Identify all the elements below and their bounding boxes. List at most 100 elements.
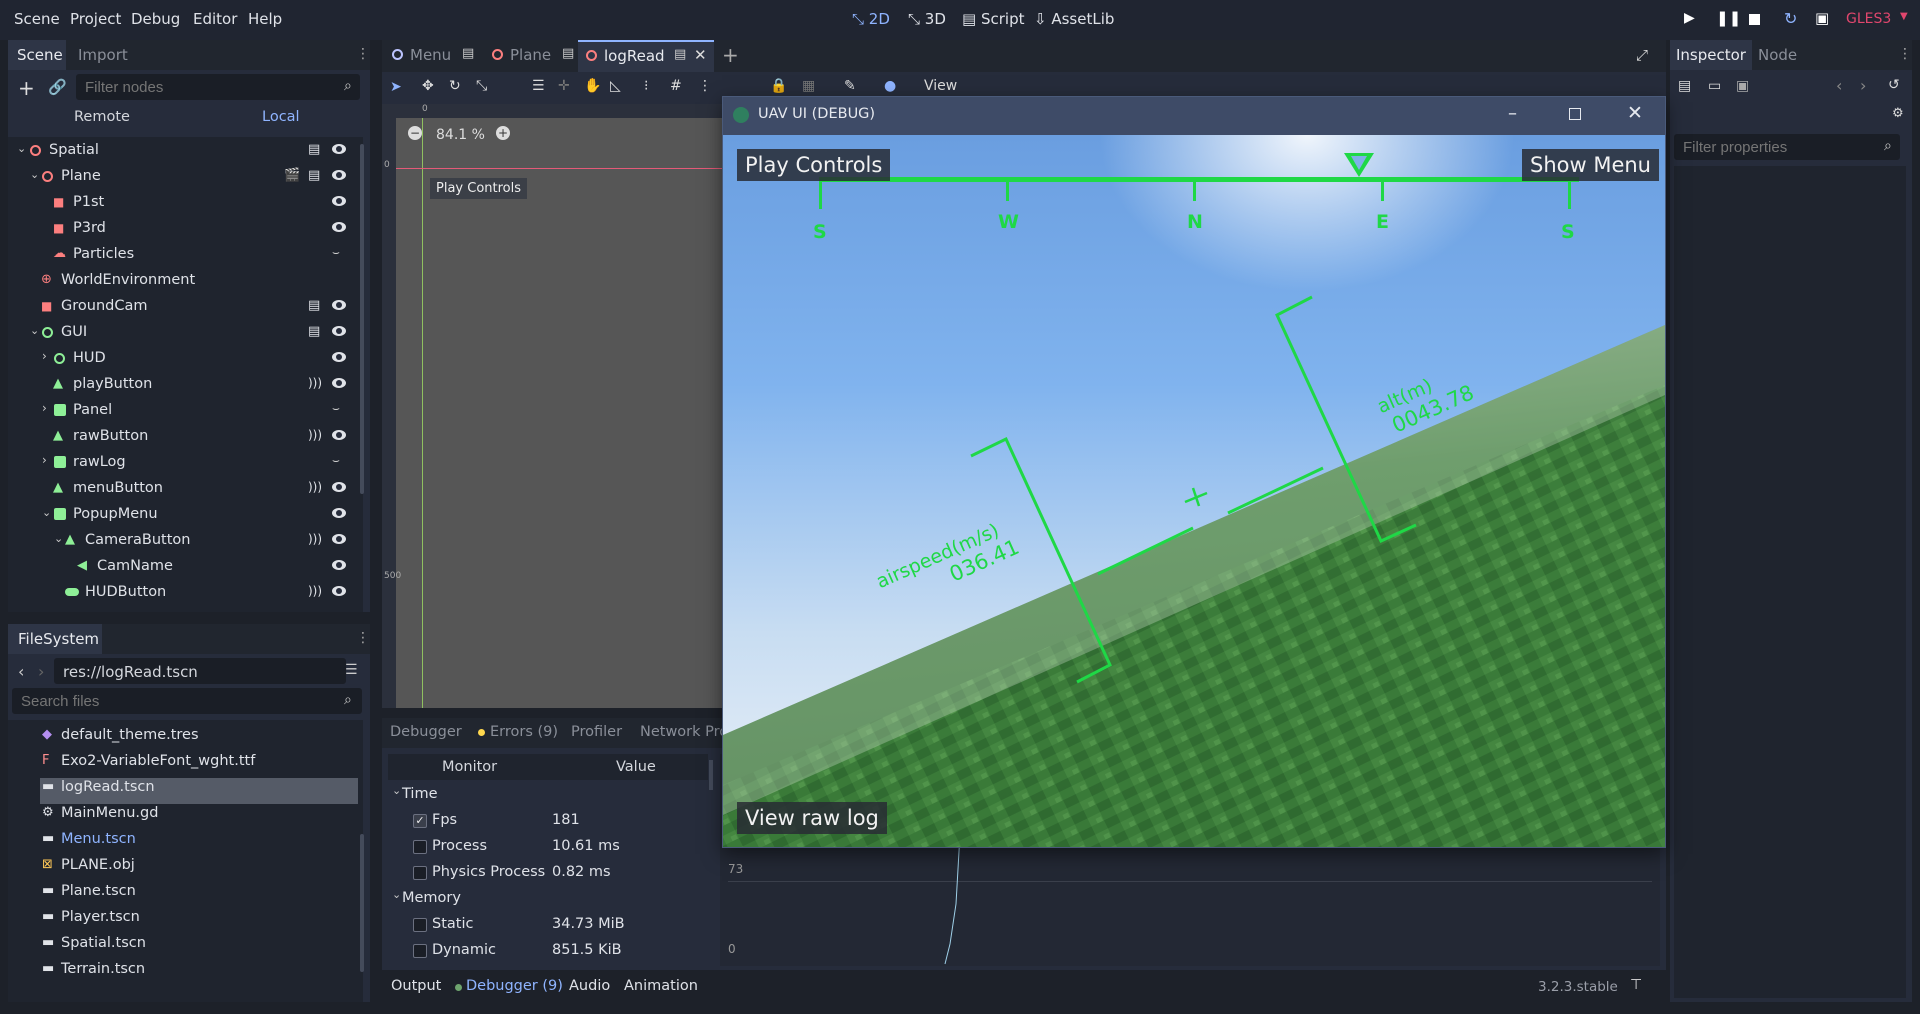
grid-snap-icon[interactable]: #	[670, 78, 682, 94]
save-icon[interactable]: ▣	[1736, 78, 1749, 94]
signal-icon[interactable]: )))	[308, 376, 322, 390]
menu-editor[interactable]: Editor	[193, 10, 237, 28]
tab-scene[interactable]: Scene	[17, 46, 63, 64]
play-icon[interactable]: ▶	[1684, 10, 1695, 26]
tree-node-hud[interactable]: › HUD	[12, 346, 362, 372]
chevron-down-icon[interactable]: ⌄	[17, 142, 26, 155]
tab-profiler[interactable]: Profiler	[571, 724, 622, 740]
view-menu[interactable]: View	[924, 78, 957, 94]
hidden-icon[interactable]: ⌣	[332, 245, 340, 260]
dock-menu-icon[interactable]: ⋮	[356, 46, 370, 62]
reload-icon[interactable]: ↻	[1784, 9, 1797, 28]
visibility-icon[interactable]	[332, 300, 346, 310]
select-tool-icon[interactable]: ➤	[390, 79, 402, 95]
tab-inspector[interactable]: Inspector	[1676, 46, 1746, 64]
pause-icon[interactable]: ❚❚	[1716, 9, 1741, 27]
visibility-icon[interactable]	[332, 534, 346, 544]
tree-node-groundcam[interactable]: ■ GroundCam ▤	[12, 294, 362, 320]
workspace-assetlib[interactable]: ⇩ AssetLib	[1034, 10, 1114, 28]
tab-network-profiler[interactable]: Network Pro	[640, 724, 728, 740]
filter-nodes-input[interactable]	[76, 74, 360, 100]
canvas-viewport[interactable]: 0 0 500 − 84.1 % + Play Controls	[382, 104, 722, 708]
play-controls-canvas-label[interactable]: Play Controls	[430, 178, 528, 199]
fullscreen-icon[interactable]: ⤢	[1636, 46, 1648, 64]
split-view-icon[interactable]: ☰	[345, 662, 358, 678]
visibility-icon[interactable]	[332, 508, 346, 518]
game-window-titlebar[interactable]: UAV UI (DEBUG) – ✕	[723, 97, 1665, 135]
monitor-checkbox[interactable]	[413, 840, 427, 854]
visibility-icon[interactable]	[332, 586, 346, 596]
tab-import[interactable]: Import	[78, 46, 128, 64]
menu-scene[interactable]: Scene	[14, 10, 60, 28]
tree-node-rawlog[interactable]: › rawLog ⌣	[12, 450, 362, 476]
tree-node-menubutton[interactable]: ▲ menuButton)))	[12, 476, 362, 502]
tree-node-particles[interactable]: ☁ Particles ⌣	[12, 242, 362, 268]
chevron-right-icon[interactable]: ›	[42, 401, 47, 415]
link-icon[interactable]: 🔗	[48, 78, 67, 96]
stop-icon[interactable]	[1749, 14, 1760, 25]
visibility-icon[interactable]	[332, 222, 346, 232]
renderer-label[interactable]: GLES3	[1846, 11, 1891, 27]
visibility-icon[interactable]	[332, 144, 346, 154]
move-tool-icon[interactable]: ✥	[422, 78, 434, 94]
add-tab-icon[interactable]: +	[722, 43, 739, 67]
monitor-group-time[interactable]: ⌄ Time	[390, 782, 720, 808]
signal-icon[interactable]: )))	[308, 584, 322, 598]
history-icon[interactable]: ↺	[1888, 77, 1900, 93]
path-field[interactable]: res://logRead.tscn	[54, 658, 346, 684]
back-icon[interactable]: ‹	[18, 662, 24, 681]
signal-icon[interactable]: )))	[308, 532, 322, 546]
rotate-tool-icon[interactable]: ↻	[449, 78, 461, 94]
zoom-level[interactable]: 84.1 %	[436, 127, 485, 143]
tree-node-worldenvironment[interactable]: ⊕ WorldEnvironment	[12, 268, 362, 294]
bone-icon[interactable]: ✎	[844, 78, 856, 94]
close-icon[interactable]: ✕	[1627, 102, 1643, 124]
more-icon[interactable]: ⋮	[698, 78, 712, 94]
minimize-icon[interactable]: –	[1508, 103, 1517, 124]
visibility-icon[interactable]	[332, 352, 346, 362]
monitor-checkbox[interactable]	[413, 944, 427, 958]
tree-node-rawbutton[interactable]: ▲ rawButton)))	[12, 424, 362, 450]
menu-help[interactable]: Help	[248, 10, 282, 28]
monitor-row[interactable]: Physics Process 0.82 ms	[390, 860, 720, 886]
pan-tool-icon[interactable]: ✋	[584, 78, 601, 94]
visibility-icon[interactable]	[332, 560, 346, 570]
hidden-icon[interactable]: ⌣	[332, 401, 340, 416]
signal-icon[interactable]: )))	[308, 428, 322, 442]
zoom-in-icon[interactable]: +	[496, 126, 510, 140]
monitor-checkbox[interactable]: ✓	[413, 814, 427, 828]
script-icon[interactable]: ▤	[308, 298, 320, 313]
dock-menu-icon[interactable]: ⋮	[356, 630, 370, 646]
list-select-icon[interactable]: ☰	[532, 78, 545, 94]
tree-node-panel[interactable]: › Panel ⌣	[12, 398, 362, 424]
tree-node-p1st[interactable]: ■ P1st	[12, 190, 362, 216]
bottom-tab-animation[interactable]: Animation	[624, 978, 698, 994]
chevron-right-icon[interactable]: ›	[42, 349, 47, 363]
visibility-icon[interactable]	[332, 378, 346, 388]
chevron-down-icon[interactable]: ⌄	[30, 168, 39, 181]
history-forward-icon[interactable]: ›	[1860, 76, 1866, 95]
game-viewport[interactable]: S W N E S airspeed(m/s) 036.41 alt(m) 00…	[723, 135, 1665, 847]
zoom-out-icon[interactable]: −	[408, 126, 422, 140]
tree-node-plane[interactable]: ⌄ Plane 🎬 ▤	[12, 164, 362, 190]
script-icon[interactable]: ▤	[462, 46, 474, 61]
new-resource-icon[interactable]: ▤	[1678, 78, 1691, 94]
script-icon[interactable]: ▤	[308, 324, 320, 339]
script-icon[interactable]: ▤	[308, 142, 320, 157]
chevron-down-icon[interactable]: ⌄	[42, 506, 51, 519]
visibility-icon[interactable]	[332, 170, 346, 180]
visibility-icon[interactable]	[332, 326, 346, 336]
monitor-checkbox[interactable]	[413, 918, 427, 932]
tree-node-hudbutton[interactable]: HUDButton)))	[12, 580, 362, 606]
scene-tab-menu[interactable]: Menu ▤	[382, 40, 482, 72]
group-icon[interactable]: ▦	[802, 78, 815, 94]
visibility-icon[interactable]	[332, 196, 346, 206]
tab-errors[interactable]: Errors (9)	[490, 724, 558, 740]
filter-properties-input[interactable]	[1674, 134, 1900, 160]
menu-debug[interactable]: Debug	[131, 10, 180, 28]
script-icon[interactable]: ▤	[562, 46, 574, 61]
movie-icon[interactable]: ▣	[1815, 9, 1829, 27]
visibility-icon[interactable]	[332, 482, 346, 492]
tree-node-popupmenu[interactable]: ⌄ PopupMenu	[12, 502, 362, 528]
pivot-tool-icon[interactable]: ✛	[558, 78, 570, 94]
